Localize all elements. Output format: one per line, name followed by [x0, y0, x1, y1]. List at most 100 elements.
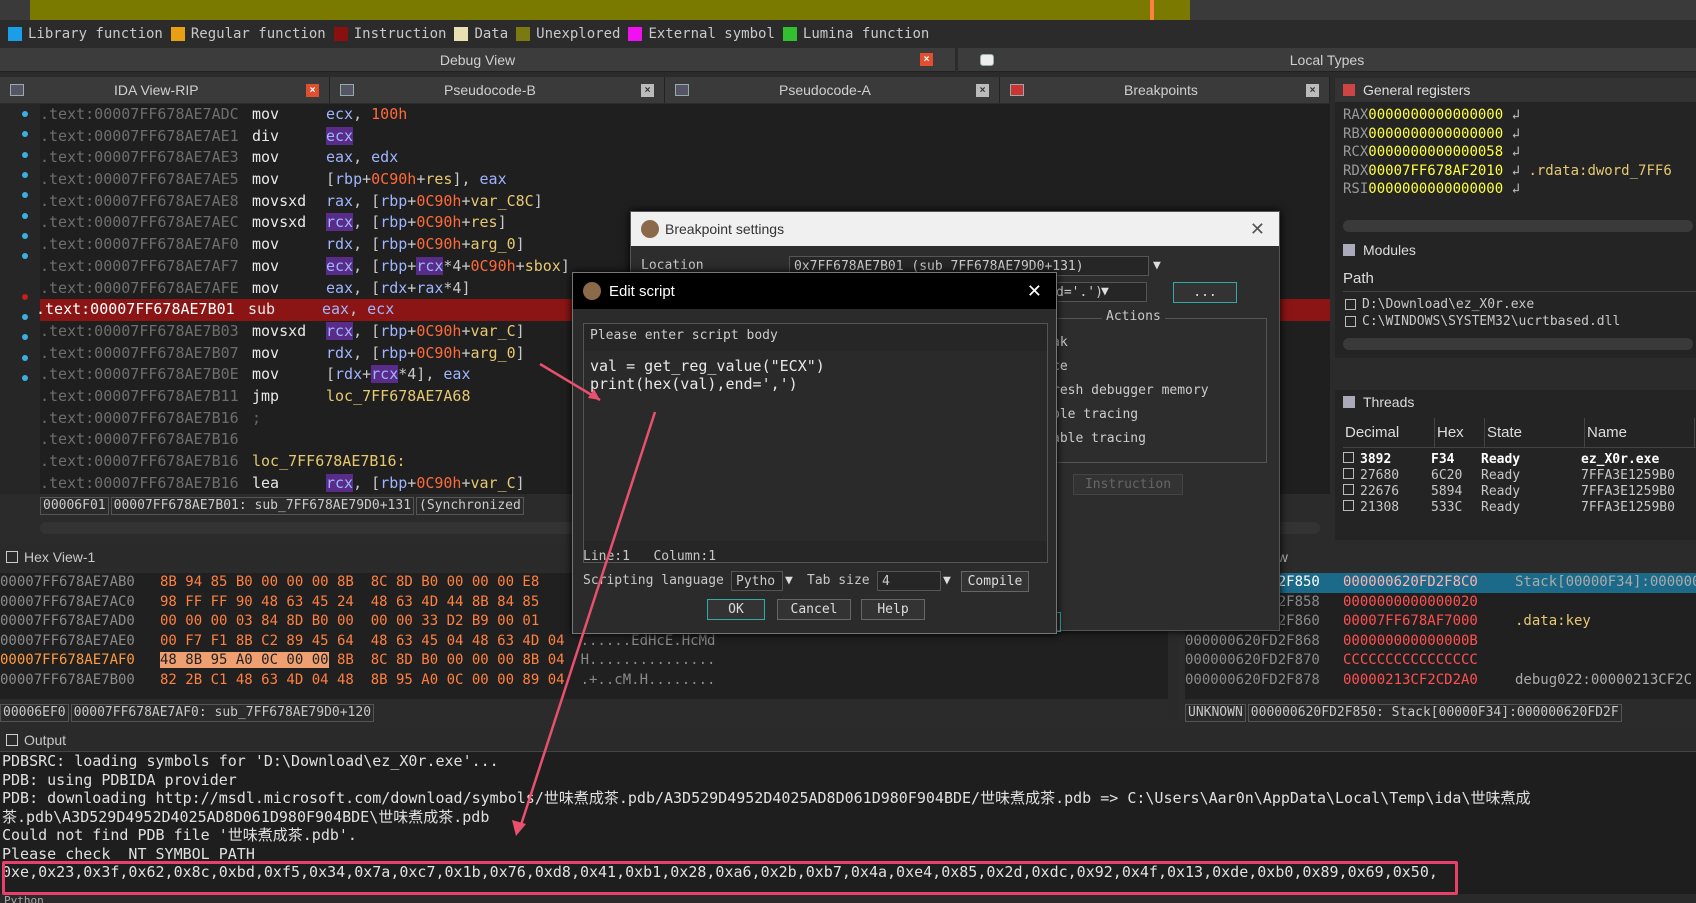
bp-action-option[interactable]: ble tracing: [1052, 403, 1209, 427]
chevron-down-icon[interactable]: ▼: [943, 573, 951, 588]
threads-column-state[interactable]: State: [1485, 418, 1585, 447]
bp-instruction-button[interactable]: Instruction: [1073, 474, 1183, 495]
tab-label: IDA View-RIP: [114, 82, 199, 98]
cancel-label: Cancel: [790, 602, 838, 617]
register-value[interactable]: 0000000000000000: [1368, 181, 1503, 197]
tab-ida-view-rip[interactable]: IDA View-RIP ×: [0, 77, 330, 103]
bp-more-button[interactable]: ...: [1173, 282, 1237, 303]
disasm-line[interactable]: .text:00007FF678AE7AE5 mov [rbp+0C90h+res]…: [40, 169, 1330, 191]
ok-button[interactable]: OK: [707, 599, 765, 620]
scrollbar[interactable]: [1343, 338, 1693, 350]
hex-bytes: 00 F7 F1 8B C2 89 45 64 48 63 45 04 48 6…: [160, 632, 565, 649]
threads-column-decimal[interactable]: Decimal: [1343, 418, 1435, 447]
registers-header: General registers: [1335, 78, 1696, 102]
disasm-line[interactable]: .text:00007FF678AE7AE1 div ecx: [40, 126, 1330, 148]
legend-item: Data: [454, 26, 508, 42]
register-row[interactable]: RDX00007FF678AF2010 ↲ .rdata:dword_7FF6: [1343, 162, 1696, 181]
script-body-editor[interactable]: val = get_reg_value("ECX") print(hex(val…: [584, 351, 1047, 541]
hex-row[interactable]: 00007FF678AE7AE0 00 F7 F1 8B C2 89 45 64 …: [0, 632, 1170, 652]
register-value[interactable]: 0000000000000000: [1368, 107, 1503, 123]
threads-column-name[interactable]: Name: [1585, 418, 1695, 447]
breakpoint-marker[interactable]: [22, 293, 28, 300]
stack-address: 000000620FD2F868: [1185, 632, 1320, 649]
jump-arrow-icon[interactable]: ↲: [1503, 107, 1528, 123]
register-row[interactable]: RAX0000000000000000 ↲: [1343, 106, 1696, 125]
operand-punct: , [: [353, 343, 381, 362]
jump-arrow-icon[interactable]: ↲: [1503, 163, 1528, 179]
script-language-select[interactable]: Pytho: [731, 571, 783, 591]
module-icon: [1345, 299, 1356, 310]
python-prompt[interactable]: Python: [0, 894, 1696, 903]
register-row[interactable]: RCX0000000000000058 ↲: [1343, 143, 1696, 162]
jump-arrow-icon[interactable]: ↲: [1503, 181, 1528, 197]
close-icon[interactable]: ✕: [1250, 219, 1265, 240]
register-value[interactable]: 0000000000000058: [1368, 144, 1503, 160]
bp-action-option[interactable]: ce: [1052, 355, 1209, 379]
address: .text:00007FF678AE7ADC: [40, 105, 239, 123]
bp-action-option[interactable]: ak: [1052, 331, 1209, 355]
debug-view-header: Debug View ×: [0, 48, 955, 72]
disasm-line[interactable]: .text:00007FF678AE7ADC mov ecx, 100h: [40, 104, 1330, 126]
operand: arg_0: [470, 235, 516, 254]
hex-row[interactable]: 00007FF678AE7AF0 48 8B 95 A0 0C 00 00 8B …: [0, 651, 1170, 671]
modules-path-header[interactable]: Path: [1343, 266, 1696, 292]
mnemonic: jmp: [252, 386, 280, 405]
tab-size-value: 4: [882, 573, 890, 589]
chevron-down-icon[interactable]: ▼: [1153, 258, 1161, 273]
jump-arrow-icon[interactable]: ↲: [1503, 144, 1528, 160]
thread-row[interactable]: 22676 5894 Ready 7FFA3E1259B0: [1343, 484, 1696, 500]
tab-size-field[interactable]: 4: [877, 571, 941, 591]
hex-address: 00007FF678AE7AF0: [0, 652, 135, 669]
disasm-line[interactable]: .text:00007FF678AE7AE8 movsxd rax, [rbp+0C…: [40, 191, 1330, 213]
hex-row[interactable]: 00007FF678AE7B00 82 2B C1 48 63 4D 04 48 …: [0, 671, 1170, 691]
register-row[interactable]: RBX0000000000000000 ↲: [1343, 125, 1696, 144]
address: .text:00007FF678AE7AE3: [40, 148, 239, 167]
register-value[interactable]: 0000000000000000: [1368, 126, 1503, 142]
bp-action-option[interactable]: resh debugger memory: [1052, 379, 1209, 403]
threads-column-hex[interactable]: Hex: [1435, 418, 1485, 447]
stack-row[interactable]: 000000620FD2F870 CCCCCCCCCCCCCCCC: [1185, 651, 1696, 671]
chevron-down-icon[interactable]: ▼: [785, 573, 793, 588]
module-row[interactable]: D:\Download\ez_X0r.exe: [1345, 296, 1696, 313]
register-row[interactable]: RSI0000000000000000 ↲: [1343, 180, 1696, 199]
tab-pseudocode-b[interactable]: Pseudocode-B ×: [330, 77, 665, 103]
tab-pseudocode-a[interactable]: Pseudocode-A ×: [665, 77, 1000, 103]
jump-arrow-icon[interactable]: ↲: [1503, 126, 1528, 142]
help-button[interactable]: Help: [861, 599, 925, 620]
chevron-down-icon[interactable]: ▼: [1101, 284, 1109, 299]
thread-row[interactable]: 3892 F34 Ready ez_X0r.exe: [1343, 452, 1696, 468]
operand: rdx: [380, 278, 408, 297]
cancel-button[interactable]: Cancel: [777, 599, 851, 620]
operand-punct: +: [407, 278, 417, 297]
tab-breakpoints[interactable]: Breakpoints ×: [1000, 77, 1330, 103]
disasm-line[interactable]: .text:00007FF678AE7AE3 mov eax, edx: [40, 147, 1330, 169]
compile-button[interactable]: Compile: [961, 571, 1029, 592]
module-row[interactable]: C:\WINDOWS\SYSTEM32\ucrtbased.dll: [1345, 313, 1696, 330]
bp-action-option[interactable]: able tracing: [1052, 427, 1209, 451]
close-icon[interactable]: ×: [306, 83, 319, 97]
tab-bar: IDA View-RIP × Pseudocode-B × Pseudocode…: [0, 77, 1330, 103]
close-icon[interactable]: ×: [641, 83, 654, 97]
operand: var_C8C: [470, 191, 534, 210]
close-icon[interactable]: ×: [920, 53, 933, 66]
operand-punct: +: [461, 321, 471, 340]
scrollbar[interactable]: [1343, 220, 1693, 232]
navigation-band[interactable]: [0, 0, 1696, 20]
breakpoint-dot: [22, 171, 28, 178]
stack-row[interactable]: 000000620FD2F878 00000213CF2CD2A0 debug022…: [1185, 671, 1696, 691]
bp-more-label: ...: [1193, 285, 1217, 300]
tab-label: Breakpoints: [1124, 82, 1198, 98]
register-value[interactable]: 00007FF678AF2010: [1368, 163, 1503, 179]
stack-row[interactable]: 000000620FD2F868 000000000000000B: [1185, 632, 1696, 652]
operand-punct: , [: [353, 235, 381, 254]
close-icon[interactable]: ×: [976, 83, 989, 97]
operand: edx: [371, 148, 399, 167]
close-icon[interactable]: ×: [1306, 83, 1319, 97]
modules-header: Modules: [1335, 238, 1696, 262]
stack-value: 00000213CF2CD2A0: [1343, 671, 1478, 688]
close-icon[interactable]: ✕: [1027, 281, 1042, 302]
mnemonic: mov: [252, 105, 280, 123]
bp-condition-field[interactable]: d='.'): [1051, 282, 1147, 302]
thread-row[interactable]: 21308 533C Ready 7FFA3E1259B0: [1343, 500, 1696, 516]
thread-row[interactable]: 27680 6C20 Ready 7FFA3E1259B0: [1343, 468, 1696, 484]
